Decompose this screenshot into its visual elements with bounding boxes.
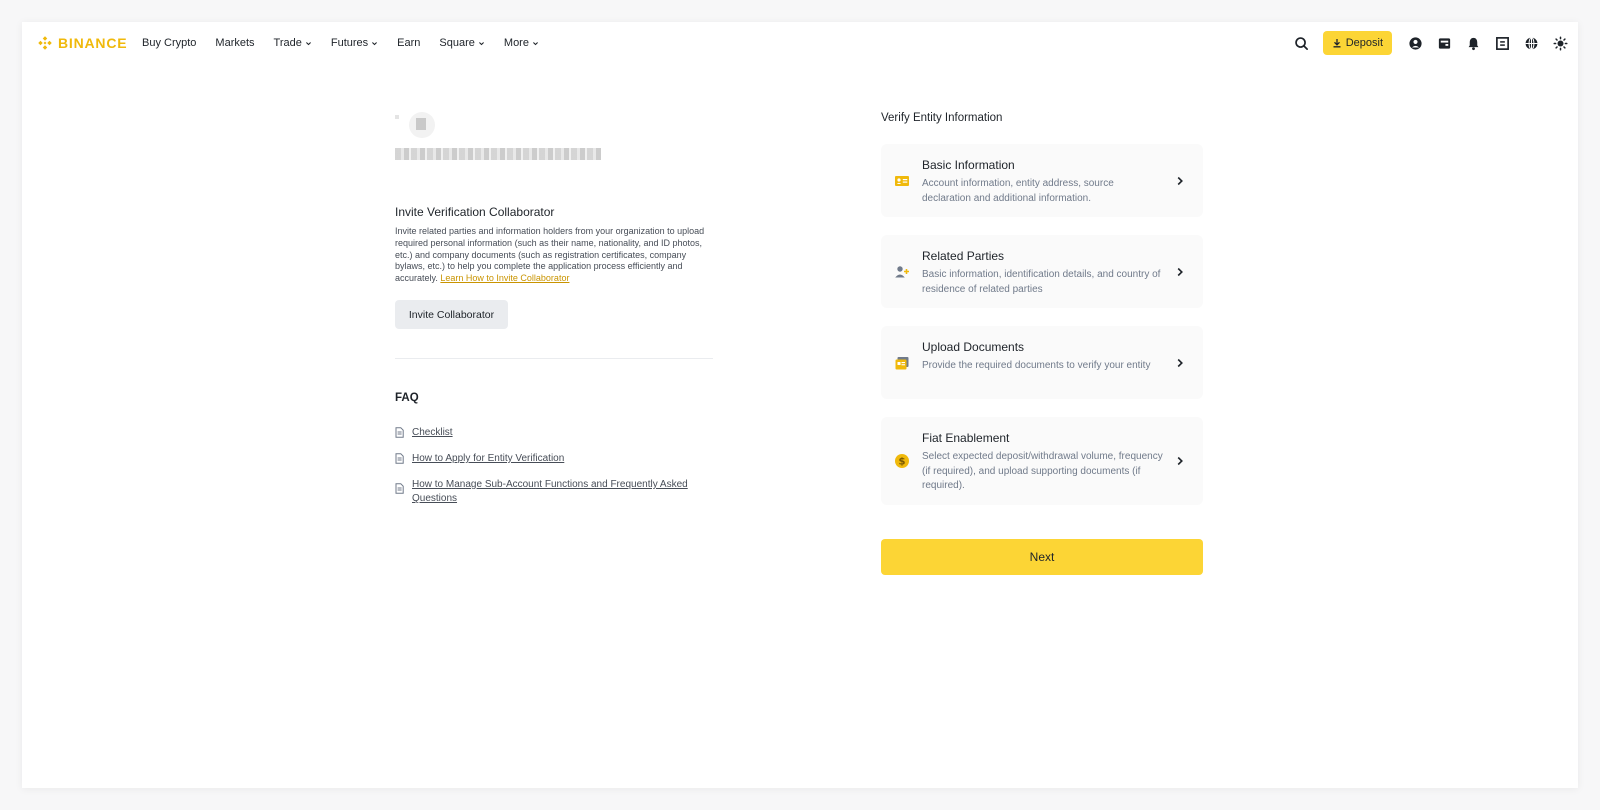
nav-label: Square — [439, 37, 475, 49]
faq-list: Checklist How to Apply for Entity Verifi… — [395, 426, 713, 518]
nav-label: Buy Crypto — [142, 37, 197, 49]
step-title: Fiat Enablement — [922, 431, 1010, 445]
faq-link[interactable]: How to Manage Sub-Account Functions and … — [412, 478, 713, 506]
invite-title: Invite Verification Collaborator — [395, 205, 555, 219]
wallet-icon[interactable] — [1436, 35, 1452, 51]
divider — [395, 358, 713, 359]
chevron-down-icon — [305, 41, 311, 45]
step-title: Basic Information — [922, 158, 1015, 172]
nav-label: More — [503, 37, 529, 49]
chevron-right-icon — [1177, 456, 1183, 466]
nav-trade[interactable]: Trade — [274, 37, 312, 49]
faq-link[interactable]: How to Apply for Entity Verification — [412, 452, 564, 466]
avatar-dot — [395, 115, 399, 119]
chevron-down-icon — [478, 41, 484, 45]
step-description: Account information, entity address, sou… — [922, 178, 1114, 204]
chevron-down-icon — [372, 41, 378, 45]
verification-steps: Basic Information Account information, e… — [881, 144, 1203, 523]
step-description: Provide the required documents to verify… — [922, 360, 1151, 371]
download-icon — [1333, 39, 1341, 48]
main-nav: Buy Crypto Markets Trade Futures Earn Sq… — [142, 22, 539, 64]
avatar-image — [416, 118, 426, 130]
top-header: BINANCE Buy Crypto Markets Trade Futures… — [22, 22, 1578, 64]
faq-item-sub-account[interactable]: How to Manage Sub-Account Functions and … — [395, 478, 713, 506]
documents-icon — [895, 357, 909, 370]
document-icon — [395, 427, 404, 438]
deposit-label: Deposit — [1345, 37, 1383, 49]
app-window: BINANCE Buy Crypto Markets Trade Futures… — [22, 22, 1578, 788]
id-card-icon — [895, 176, 909, 186]
nav-square[interactable]: Square — [439, 37, 484, 49]
step-basic-information[interactable]: Basic Information Account information, e… — [881, 144, 1203, 217]
invite-collaborator-button[interactable]: Invite Collaborator — [395, 300, 508, 329]
user-icon[interactable] — [1407, 35, 1423, 51]
step-upload-documents[interactable]: Upload Documents Provide the required do… — [881, 326, 1203, 399]
right-panel: Verify Entity Information Basic Informat… — [881, 112, 1203, 575]
search-icon[interactable] — [1294, 35, 1310, 51]
theme-icon[interactable] — [1552, 35, 1568, 51]
svg-text:$: $ — [899, 457, 906, 468]
nav-label: Futures — [330, 37, 369, 49]
qr-icon[interactable] — [1494, 35, 1510, 51]
nav-markets[interactable]: Markets — [215, 37, 254, 49]
step-related-parties[interactable]: Related Parties Basic information, ident… — [881, 235, 1203, 308]
faq-title: FAQ — [395, 392, 419, 404]
dollar-coin-icon: $ — [895, 454, 909, 468]
nav-more[interactable]: More — [504, 37, 539, 49]
bell-icon[interactable] — [1465, 35, 1481, 51]
nav-futures[interactable]: Futures — [331, 37, 378, 49]
step-title: Related Parties — [922, 249, 1005, 263]
nav-label: Markets — [215, 37, 255, 49]
document-icon — [395, 483, 404, 494]
learn-invite-link[interactable]: Learn How to Invite Collaborator — [440, 273, 569, 283]
deposit-button[interactable]: Deposit — [1322, 31, 1392, 55]
nav-buy-crypto[interactable]: Buy Crypto — [142, 37, 196, 49]
header-tools: Deposit — [1294, 30, 1568, 56]
chevron-down-icon — [532, 41, 538, 45]
chevron-right-icon — [1177, 176, 1183, 186]
document-icon — [395, 453, 404, 464]
nav-label: Earn — [397, 37, 421, 49]
faq-link[interactable]: Checklist — [412, 426, 453, 440]
left-panel: Invite Verification Collaborator Invite … — [395, 112, 713, 504]
avatar — [409, 112, 435, 138]
nav-earn[interactable]: Earn — [397, 37, 420, 49]
faq-item-apply[interactable]: How to Apply for Entity Verification — [395, 452, 713, 466]
chevron-right-icon — [1177, 267, 1183, 277]
step-description: Basic information, identification detail… — [922, 269, 1161, 295]
faq-item-checklist[interactable]: Checklist — [395, 426, 713, 440]
add-user-icon — [895, 266, 909, 278]
globe-icon[interactable] — [1523, 35, 1539, 51]
brand-name: BINANCE — [58, 35, 128, 51]
step-fiat-enablement[interactable]: $ Fiat Enablement Select expected deposi… — [881, 417, 1203, 505]
nav-label: Trade — [273, 37, 302, 49]
chevron-right-icon — [1177, 358, 1183, 368]
invite-description: Invite related parties and information h… — [395, 226, 711, 285]
verify-title: Verify Entity Information — [881, 112, 1003, 124]
account-avatar-area — [395, 112, 713, 140]
binance-logo[interactable]: BINANCE — [36, 34, 127, 52]
step-title: Upload Documents — [922, 340, 1025, 354]
step-description: Select expected deposit/withdrawal volum… — [922, 451, 1163, 492]
next-button[interactable]: Next — [881, 539, 1203, 575]
redacted-entity-name — [395, 148, 601, 160]
binance-logo-icon — [38, 36, 52, 50]
